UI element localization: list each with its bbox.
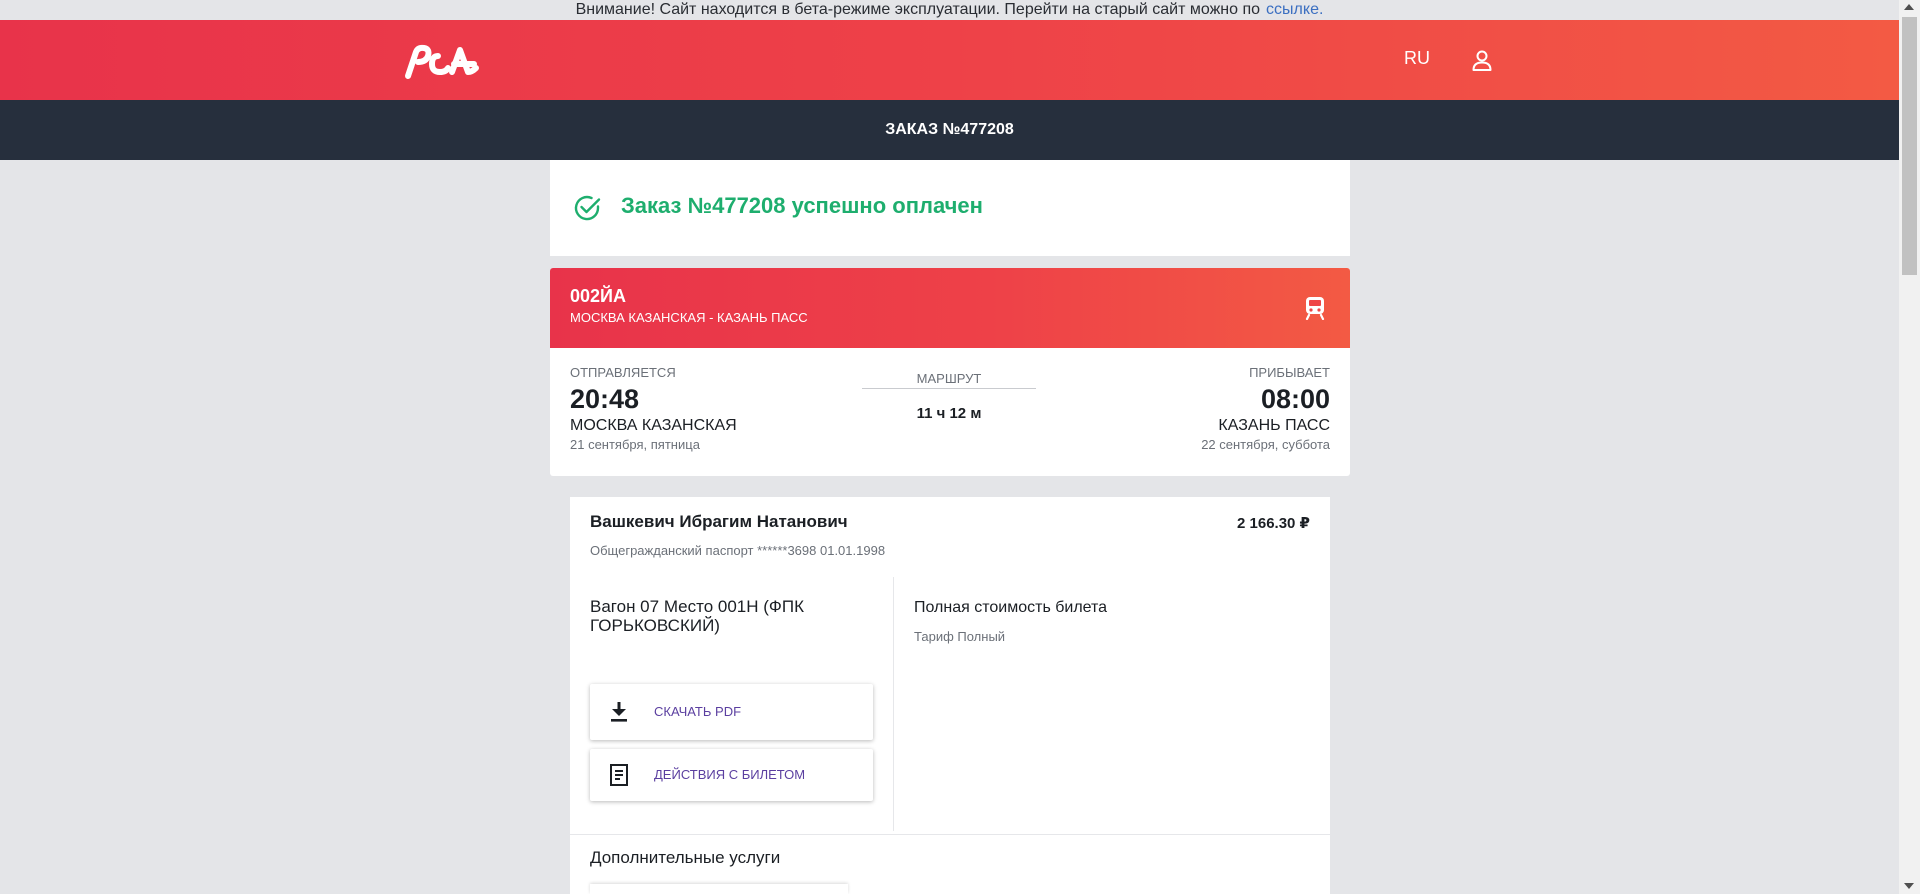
- download-icon: [611, 702, 627, 722]
- beta-notice-text: Внимание! Сайт находится в бета-режиме э…: [575, 1, 1261, 18]
- section-divider: [570, 834, 1330, 835]
- site-header: RU: [0, 20, 1899, 100]
- passenger-document: Общегражданский паспорт ******3698 01.01…: [590, 543, 886, 558]
- download-pdf-label: СКАЧАТЬ PDF: [654, 704, 742, 719]
- fare-title: Полная стоимость билета: [914, 599, 1108, 616]
- route-duration-block: МАРШРУТ 11 ч 12 м: [862, 371, 1036, 422]
- train-icon: [1305, 297, 1325, 320]
- departure-block: ОТПРАВЛЯЕТСЯ 20:48 МОСКВА КАЗАНСКАЯ 21 с…: [570, 365, 737, 452]
- departure-station: МОСКВА КАЗАНСКАЯ: [570, 417, 737, 434]
- train-route: МОСКВА КАЗАНСКАЯ - КАЗАНЬ ПАСС: [570, 310, 808, 325]
- rzd-logo[interactable]: [402, 42, 482, 80]
- document-icon: [610, 764, 628, 786]
- order-title-bar: ЗАКАЗ №477208: [0, 100, 1899, 160]
- ticket-actions-label: ДЕЙСТВИЯ С БИЛЕТОМ: [654, 767, 806, 782]
- scroll-thumb[interactable]: [1902, 17, 1917, 275]
- departure-label: ОТПРАВЛЯЕТСЯ: [570, 365, 676, 380]
- ticket-actions-button[interactable]: ДЕЙСТВИЯ С БИЛЕТОМ: [590, 749, 873, 801]
- column-divider: [893, 577, 894, 831]
- arrival-block: ПРИБЫВАЕТ 08:00 КАЗАНЬ ПАСС 22 сентября,…: [1201, 365, 1330, 452]
- travel-duration: 11 ч 12 м: [916, 405, 982, 422]
- ticket-price: 2 166.30 ₽: [1237, 515, 1310, 532]
- beta-notice: Внимание! Сайт находится в бета-режиме э…: [0, 0, 1899, 20]
- order-title: ЗАКАЗ №477208: [885, 121, 1014, 138]
- old-site-link[interactable]: ссылке.: [1266, 1, 1323, 18]
- departure-time: 20:48: [570, 384, 640, 414]
- route-label: МАРШРУТ: [862, 371, 1036, 389]
- scroll-down-arrow-icon[interactable]: [1904, 883, 1914, 889]
- arrival-date: 22 сентября, суббота: [1201, 437, 1330, 452]
- arrival-station: КАЗАНЬ ПАСС: [1218, 417, 1330, 434]
- train-card: 002ЙА МОСКВА КАЗАНСКАЯ - КАЗАНЬ ПАСС ОТП…: [550, 268, 1350, 476]
- user-icon[interactable]: [1470, 48, 1494, 72]
- check-circle-icon: [574, 195, 601, 221]
- departure-date: 21 сентября, пятница: [570, 437, 700, 452]
- payment-success-card: Заказ №477208 успешно оплачен: [550, 160, 1350, 256]
- arrival-time: 08:00: [1260, 384, 1330, 414]
- passenger-name: Вашкевич Ибрагим Натанович: [590, 512, 848, 531]
- scroll-up-arrow-icon[interactable]: [1904, 4, 1914, 10]
- arrival-label: ПРИБЫВАЕТ: [1249, 365, 1330, 380]
- train-header: 002ЙА МОСКВА КАЗАНСКАЯ - КАЗАНЬ ПАСС: [550, 268, 1350, 348]
- language-switch[interactable]: RU: [1404, 48, 1430, 69]
- fare-type: Тариф Полный: [914, 629, 1006, 644]
- download-pdf-button[interactable]: СКАЧАТЬ PDF: [590, 684, 873, 740]
- success-message: Заказ №477208 успешно оплачен: [621, 193, 983, 218]
- passenger-ticket-card: Вашкевич Ибрагим Натанович 2 166.30 ₽ Об…: [570, 497, 1330, 894]
- seat-info: Вагон 07 Место 001Н (ФПК ГОРЬКОВСКИЙ): [590, 597, 804, 635]
- extra-services-title: Дополнительные услуги: [590, 848, 781, 867]
- extra-service-item[interactable]: [590, 884, 848, 894]
- page-scrollbar[interactable]: [1899, 0, 1920, 894]
- train-number: 002ЙА: [570, 286, 626, 306]
